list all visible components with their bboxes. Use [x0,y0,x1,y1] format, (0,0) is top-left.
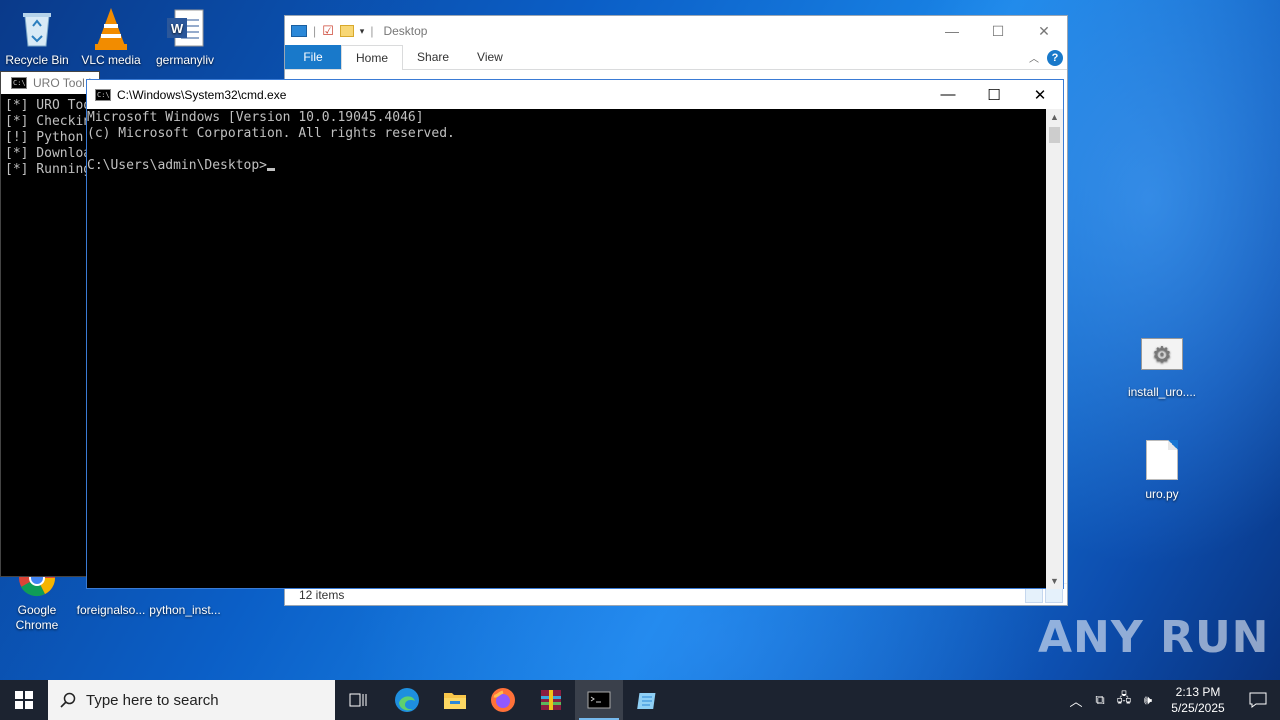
network-device-icon[interactable]: ⧉ [1088,692,1112,708]
desktop-icon-label: Google Chrome [15,603,59,632]
help-icon[interactable]: ? [1047,50,1063,66]
minimize-button[interactable]: — [929,16,975,46]
cmd-window[interactable]: C:\ C:\Windows\System32\cmd.exe — ☐ ✕ Mi… [86,79,1064,589]
explorer-title: Desktop [383,24,428,38]
desktop-icon-label: uro.py [1145,487,1179,501]
winrar-icon [541,690,561,710]
uro-console-output: [*] URO Too [*] Checkin [!] Python [*] Dow… [1,94,99,178]
cmd-title: C:\Windows\System32\cmd.exe [117,87,287,102]
ribbon-tabs: File Home Share View ︿ ? [285,45,1067,70]
explorer-app-icon [291,25,307,37]
tab-view[interactable]: View [463,45,517,69]
new-folder-icon[interactable] [339,25,354,37]
details-view-button[interactable] [1025,587,1043,603]
batch-file-icon: ⚙ [1140,338,1184,382]
taskbar: Type here to search ︿ ⧉ 🖧 🕪 2:13 PM 5/25… [0,680,1280,720]
uro-titlebar[interactable]: C:\ URO Tool I [1,72,99,94]
notification-icon [1249,692,1267,708]
console-prompt-line: C:\Users\admin\Desktop> [87,158,1047,174]
desktop-icon-label: install_uro.... [1127,385,1197,399]
console-icon [587,691,611,709]
search-placeholder: Type here to search [86,691,219,709]
taskbar-file-explorer[interactable] [431,680,479,720]
console-icon: C:\ [11,77,27,89]
chevron-up-icon[interactable]: ︿ [1029,50,1039,65]
console-line: [*] URO Too [5,98,92,113]
desktop-icon-vlc[interactable]: VLC media [74,6,148,68]
scroll-down-icon[interactable]: ▼ [1046,573,1063,589]
word-doc-icon: W [163,6,207,50]
recycle-bin-icon [15,6,59,50]
folder-icon [444,693,466,709]
vertical-scrollbar[interactable]: ▲ ▼ [1046,109,1063,589]
desktop-icon-label: python_inst... [149,603,221,617]
large-icons-view-button[interactable] [1045,587,1063,603]
desktop-icon-label: foreignalso... [76,603,146,617]
task-view-button[interactable] [335,680,383,720]
svg-text:W: W [171,21,184,36]
desktop-icon-label: VLC media [81,53,141,67]
console-line: Microsoft Windows [Version 10.0.19045.40… [87,110,424,125]
volume-icon[interactable]: 🕪 [1136,692,1160,708]
network-icon[interactable]: 🖧 [1112,689,1136,711]
properties-icon[interactable]: ☑ [322,23,334,39]
search-icon [60,692,76,708]
clock-date: 5/25/2025 [1171,701,1225,715]
explorer-titlebar[interactable]: | ☑ ▾ | Desktop — ☐ ✕ [285,16,1067,46]
windows-logo-icon [15,691,33,709]
desktop-icon-install-uro[interactable]: ⚙ install_uro.... [1124,332,1200,400]
start-button[interactable] [0,680,48,720]
notification-center-button[interactable] [1236,692,1280,708]
console-line: [*] Running [5,162,92,177]
taskbar-notepad[interactable] [623,680,671,720]
console-line: (c) Microsoft Corporation. All rights re… [87,126,455,141]
uro-tool-console-window[interactable]: C:\ URO Tool I [*] URO Too [*] Checkin [!]… [0,71,100,577]
tab-home[interactable]: Home [341,45,404,70]
item-count: 12 items [299,587,345,602]
taskbar-cmd[interactable] [575,680,623,720]
scroll-up-icon[interactable]: ▲ [1046,109,1063,125]
desktop-icon-label: germanyliv [155,53,215,67]
desktop-icon-recycle-bin[interactable]: Recycle Bin [0,6,74,68]
console-line: [*] Downloa [5,146,92,161]
tab-share[interactable]: Share [403,45,463,69]
console-icon: C:\ [95,88,111,101]
notepad-icon [637,693,656,709]
uro-title: URO Tool I [33,76,92,90]
console-line: [!] Python [5,130,92,145]
quick-access-dropdown-icon[interactable]: ▾ [360,26,365,37]
anyrun-watermark: ANY RUN [1038,612,1270,663]
clock-time: 2:13 PM [1175,685,1221,699]
task-view-icon [349,693,367,707]
system-tray: ︿ ⧉ 🖧 🕪 2:13 PM 5/25/2025 [1064,680,1280,720]
desktop-icon-label: Recycle Bin [5,53,69,67]
taskbar-search-box[interactable]: Type here to search [48,680,335,720]
desktop-icon-word-doc[interactable]: W germanyliv [148,6,222,68]
scroll-thumb[interactable] [1049,127,1060,143]
taskbar-winrar[interactable] [527,680,575,720]
cmd-titlebar[interactable]: C:\ C:\Windows\System32\cmd.exe — ☐ ✕ [87,80,1063,109]
maximize-button[interactable]: ☐ [975,16,1021,46]
maximize-button[interactable]: ☐ [971,80,1017,109]
chevron-up-icon[interactable]: ︿ [1064,691,1088,710]
minimize-button[interactable]: — [925,80,971,109]
firefox-icon [491,688,515,712]
vlc-icon [89,6,133,50]
taskbar-edge[interactable] [383,680,431,720]
edge-icon [395,688,419,712]
file-icon [1140,440,1184,484]
tab-file[interactable]: File [285,45,341,69]
taskbar-firefox[interactable] [479,680,527,720]
text-cursor [267,168,276,171]
clock[interactable]: 2:13 PM 5/25/2025 [1160,684,1236,716]
close-button[interactable]: ✕ [1021,16,1067,46]
close-button[interactable]: ✕ [1017,80,1063,109]
console-prompt: C:\Users\admin\Desktop> [87,158,268,173]
desktop-icon-uro-py[interactable]: uro.py [1124,440,1200,502]
gear-icon: ⚙ [1141,338,1183,370]
cmd-console-output[interactable]: Microsoft Windows [Version 10.0.19045.40… [87,109,1047,589]
console-line: [*] Checkin [5,114,92,129]
